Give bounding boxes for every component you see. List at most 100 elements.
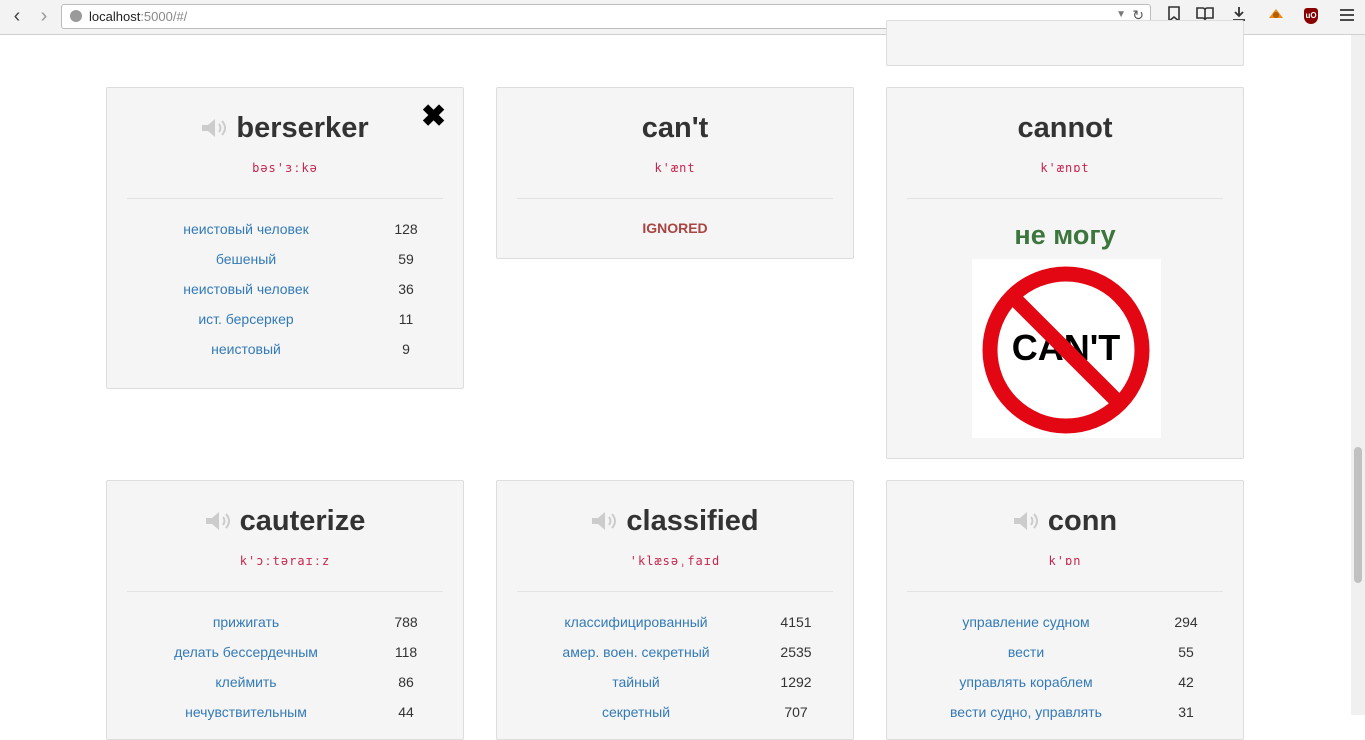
url-text: localhost:5000/#/ (89, 9, 188, 24)
status-badge: IGNORED (642, 220, 708, 236)
translation-row: клеймить 86 (107, 667, 463, 697)
word-title: can't (641, 112, 709, 144)
translation-row: вести судно, управлять 31 (887, 697, 1243, 727)
translation-link[interactable]: классифицированный (497, 607, 775, 637)
word-title: cannot (1017, 112, 1113, 144)
divider (907, 591, 1223, 592)
word-card-cannot: cannot k'ænɒt не могу CAN'T (886, 87, 1244, 459)
globe-icon (70, 10, 82, 22)
translation-count: 128 (394, 221, 418, 237)
word-heading: berserker (107, 108, 463, 148)
ublock-icon[interactable]: uO (1304, 8, 1318, 24)
translation-count: 59 (398, 251, 414, 267)
translation-count: 86 (398, 674, 414, 690)
translation-count: 11 (398, 311, 414, 327)
word-heading: conn (887, 501, 1243, 541)
word-card-cauterize: cauterize k'ɔːtəraɪːz прижигать 788 делат… (106, 480, 464, 740)
word-heading: can't (497, 108, 853, 148)
translation-row: тайный 1292 (497, 667, 853, 697)
translation-link[interactable]: управлять кораблем (887, 667, 1165, 697)
scrollbar[interactable] (1351, 35, 1365, 715)
extension-fox-icon[interactable] (1265, 6, 1287, 28)
translation-link[interactable]: вести (887, 637, 1165, 667)
ipa-transcription: k'ɒn (1048, 554, 1082, 568)
translation-link[interactable]: бешеный (107, 244, 385, 274)
translation-link[interactable]: клеймить (107, 667, 385, 697)
translation-row: управление судном 294 (887, 607, 1243, 637)
translation-count: 2535 (780, 644, 812, 660)
translation-row: делать бессердечным 118 (107, 637, 463, 667)
translation-link[interactable]: прижигать (107, 607, 385, 637)
translation-link[interactable]: амер. воен. секретный (497, 637, 775, 667)
translation-link[interactable]: неистовый человек (107, 274, 385, 304)
translation-link[interactable]: управление судном (887, 607, 1165, 637)
translation-count: 36 (398, 281, 414, 297)
ipa-transcription: 'klæsəˌfaɪd (629, 554, 721, 568)
close-icon[interactable]: ✖ (421, 102, 446, 132)
word-title: conn (1047, 505, 1118, 537)
translation-link[interactable]: нечувствительным (107, 697, 385, 727)
russian-translation: не могу (1014, 220, 1116, 250)
translation-row: ист. берсеркер 11 (107, 304, 463, 334)
translation-row: неистовый человек 36 (107, 274, 463, 304)
speaker-icon[interactable] (591, 511, 620, 531)
translation-link[interactable]: вести судно, управлять (887, 697, 1165, 727)
speaker-icon[interactable] (201, 118, 230, 138)
word-title: cauterize (239, 505, 366, 537)
translation-count: 9 (402, 341, 410, 357)
word-card-cant: can't k'ænt IGNORED (496, 87, 854, 259)
translation-count: 118 (394, 644, 418, 660)
url-dropdown-icon[interactable]: ▼ (1116, 9, 1126, 20)
back-icon[interactable]: ‹ (7, 6, 27, 26)
speaker-icon[interactable] (205, 511, 234, 531)
speaker-icon[interactable] (1013, 511, 1042, 531)
divider (127, 198, 443, 199)
translation-row: нечувствительным 44 (107, 697, 463, 727)
word-card-berserker: berserker ✖ bəs'ɜːkə неистовый человек 12… (106, 87, 464, 389)
ipa-transcription: bəs'ɜːkə (252, 161, 318, 175)
translation-link[interactable]: неистовый (107, 334, 385, 364)
translation-link[interactable]: делать бессердечным (107, 637, 385, 667)
ipa-transcription: k'ænɒt (1040, 161, 1090, 175)
word-title: classified (626, 505, 759, 537)
translation-count: 31 (1178, 704, 1194, 720)
translation-row: вести 55 (887, 637, 1243, 667)
translation-count: 294 (1174, 614, 1198, 630)
divider (907, 198, 1223, 199)
translation-link[interactable]: секретный (497, 697, 775, 727)
word-heading: classified (497, 501, 853, 541)
translation-row: бешеный 59 (107, 244, 463, 274)
word-card-partial (886, 20, 1244, 66)
translation-count: 1292 (780, 674, 812, 690)
translation-count: 4151 (780, 614, 812, 630)
translation-count: 788 (394, 614, 418, 630)
scrollbar-thumb[interactable] (1354, 447, 1362, 583)
translation-count: 55 (1178, 644, 1194, 660)
translation-row: амер. воен. секретный 2535 (497, 637, 853, 667)
divider (127, 591, 443, 592)
translation-row: прижигать 788 (107, 607, 463, 637)
forward-icon[interactable]: › (34, 6, 54, 26)
divider (517, 198, 833, 199)
translation-row: неистовый человек 128 (107, 214, 463, 244)
ipa-transcription: k'ænt (654, 161, 696, 175)
translation-row: неистовый 9 (107, 334, 463, 364)
translation-row: управлять кораблем 42 (887, 667, 1243, 697)
translation-row: секретный 707 (497, 697, 853, 727)
translation-count: 707 (784, 704, 808, 720)
translation-link[interactable]: ист. берсеркер (107, 304, 385, 334)
word-heading: cauterize (107, 501, 463, 541)
word-heading: cannot (887, 108, 1243, 148)
translation-link[interactable]: неистовый человек (107, 214, 385, 244)
cant-illustration: CAN'T (972, 259, 1161, 438)
word-card-classified: classified 'klæsəˌfaɪd классифицированны… (496, 480, 854, 740)
translation-count: 42 (1178, 674, 1194, 690)
menu-icon[interactable] (1336, 6, 1358, 28)
word-title: berserker (236, 112, 369, 144)
translation-link[interactable]: тайный (497, 667, 775, 697)
translation-row: классифицированный 4151 (497, 607, 853, 637)
word-card-conn: conn k'ɒn управление судном 294 вести 55 у… (886, 480, 1244, 740)
ipa-transcription: k'ɔːtəraɪːz (239, 554, 331, 568)
divider (517, 591, 833, 592)
translation-count: 44 (398, 704, 414, 720)
